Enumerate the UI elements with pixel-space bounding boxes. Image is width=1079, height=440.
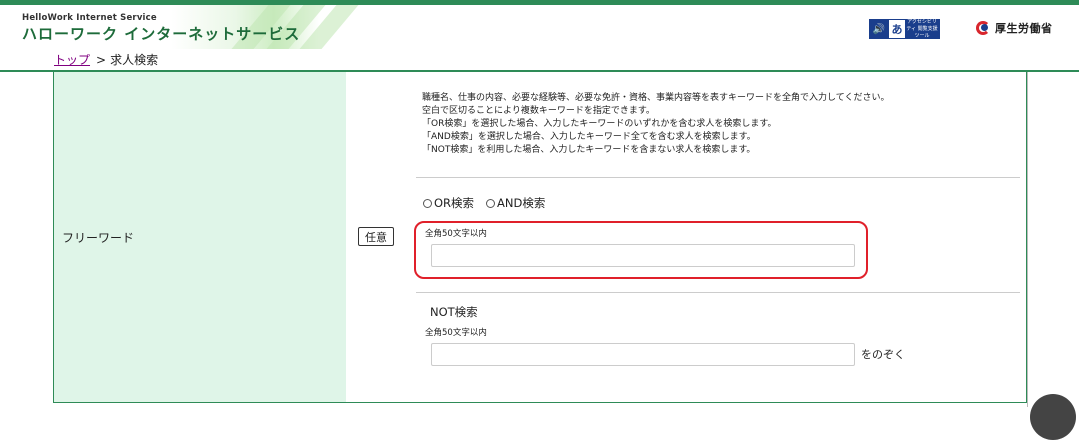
- speaker-icon: 🔊: [870, 20, 888, 38]
- description-line: 「OR検索」を選択した場合、入力したキーワードのいずれかを含む求人を検索します。: [422, 119, 777, 129]
- description-line: 「AND検索」を選択した場合、入力したキーワード全てを含む求人を検索します。: [422, 132, 756, 142]
- search-mode-radio-group: OR検索 AND検索: [423, 195, 545, 211]
- description-line: 空白で区切ることにより複数キーワードを指定できます。: [422, 106, 655, 116]
- radio-circle-icon: [486, 198, 496, 208]
- brand-japanese[interactable]: ハローワーク インターネットサービス: [22, 23, 300, 44]
- ministry-logo-icon: [976, 19, 992, 37]
- ministry-name: 厚生労働省: [995, 22, 1053, 35]
- breadcrumb-separator: >: [96, 53, 107, 67]
- description-line: 「NOT検索」を利用した場合、入力したキーワードを含まない求人を検索します。: [422, 145, 756, 155]
- not-keyword-caption: 全角50文字以内: [425, 328, 487, 338]
- accessibility-tool-button[interactable]: 🔊 あ アクセシビリティ 閲覧支援ツール: [869, 19, 940, 39]
- keyword-caption: 全角50文字以内: [425, 229, 487, 239]
- or-search-radio[interactable]: OR検索: [423, 195, 474, 211]
- breadcrumb-current: 求人検索: [110, 53, 159, 67]
- accessibility-tool-label: アクセシビリティ 閲覧支援ツール: [905, 18, 939, 39]
- not-search-title: NOT検索: [430, 305, 478, 319]
- breadcrumb-home-link[interactable]: トップ: [54, 53, 90, 67]
- text-size-icon: あ: [888, 20, 905, 38]
- and-search-radio[interactable]: AND検索: [486, 195, 545, 211]
- field-label: フリーワード: [62, 231, 135, 245]
- field-content-cell: 任意 職種名、仕事の内容、必要な経験等、必要な免許・資格、事業内容等を表すキーワ…: [346, 72, 1026, 402]
- ministry-logo-link[interactable]: 厚生労働省: [976, 19, 1053, 37]
- section-divider: [416, 177, 1020, 178]
- left-margin: [0, 72, 53, 407]
- site-header: HelloWork Internet Service ハローワーク インターネッ…: [0, 5, 1079, 49]
- field-label-cell: フリーワード: [54, 72, 346, 402]
- scroll-to-top-button[interactable]: [1030, 394, 1076, 440]
- description-line: 職種名、仕事の内容、必要な経験等、必要な免許・資格、事業内容等を表すキーワードを…: [422, 93, 890, 103]
- radio-circle-icon: [423, 198, 432, 208]
- right-margin: [1027, 72, 1079, 407]
- field-description: 職種名、仕事の内容、必要な経験等、必要な免許・資格、事業内容等を表すキーワードを…: [422, 92, 889, 157]
- brand-english: HelloWork Internet Service: [22, 13, 157, 23]
- and-search-label: AND検索: [497, 196, 546, 210]
- or-search-label: OR検索: [434, 196, 475, 210]
- row-bottom-border: [53, 402, 1027, 403]
- breadcrumb: トップ > 求人検索: [54, 51, 158, 68]
- not-keyword-suffix: をのぞく: [861, 348, 905, 361]
- section-divider: [416, 292, 1020, 293]
- not-keyword-input[interactable]: [431, 343, 855, 366]
- freeword-form-row: フリーワード 任意 職種名、仕事の内容、必要な経験等、必要な免許・資格、事業内容…: [53, 72, 1027, 402]
- keyword-input[interactable]: [431, 244, 855, 267]
- optional-badge: 任意: [358, 227, 394, 246]
